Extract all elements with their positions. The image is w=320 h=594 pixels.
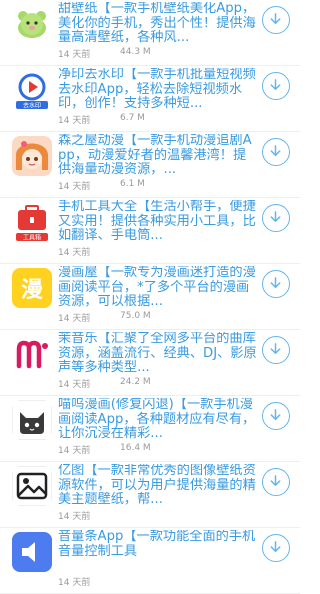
app-title[interactable]: 净印去水印【一款手机批量短视频去水印App，轻松去除短视频水印，创作！支持多种短…: [58, 68, 258, 110]
download-button[interactable]: [262, 204, 290, 232]
download-button[interactable]: [262, 402, 290, 430]
list-item[interactable]: 茉音乐【汇聚了全网多平台的曲库资源，涵盖流行、经典、DJ、影原声等多种类型...…: [0, 330, 300, 396]
app-time: 14 天前: [58, 50, 91, 60]
app-size: 75.0 M: [120, 311, 151, 321]
app-time: 14 天前: [58, 116, 91, 126]
app-size: 6.1 M: [120, 179, 145, 189]
app-title[interactable]: 音量条App【一款功能全面的手机音量控制工具: [58, 530, 258, 572]
download-icon: [270, 343, 281, 354]
list-item[interactable]: 漫 漫画屋【一款专为漫画迷打造的漫画阅读平台，*了多个平台的漫画资源，可以根据.…: [0, 264, 300, 330]
download-button[interactable]: [262, 336, 290, 364]
app-time: 14 天前: [58, 446, 91, 456]
app-title[interactable]: 喵呜漫画(修复闪退)【一款手机漫画阅读App，各种题材应有尽有，让你沉浸在精彩.…: [58, 398, 258, 440]
download-icon: [270, 211, 281, 222]
app-list: 甜壁纸【一款手机壁纸美化App，美化你的手机，秀出个性！提供海量高清壁纸，各种风…: [0, 0, 300, 594]
cat-icon[interactable]: [12, 400, 52, 440]
download-button[interactable]: [262, 468, 290, 496]
app-time: 14 天前: [58, 512, 91, 522]
download-icon: [270, 145, 281, 156]
bear-icon[interactable]: [12, 4, 52, 44]
toolbox-icon[interactable]: 工具箱: [12, 202, 52, 242]
app-time: 14 天前: [58, 314, 91, 324]
download-icon: [270, 409, 281, 420]
list-item[interactable]: 喵呜漫画(修复闪退)【一款手机漫画阅读App，各种题材应有尽有，让你沉浸在精彩.…: [0, 396, 300, 462]
download-icon: [270, 475, 281, 486]
app-time: 14 天前: [58, 248, 91, 258]
app-time: 14 天前: [58, 578, 91, 588]
download-button[interactable]: [262, 6, 290, 34]
list-item[interactable]: 音量条App【一款功能全面的手机音量控制工具 14 天前: [0, 528, 300, 594]
download-button[interactable]: [262, 270, 290, 298]
download-button[interactable]: [262, 534, 290, 562]
app-title[interactable]: 手机工具大全【生活小帮手，便捷又实用！提供各种实用小工具，比如翻译、手电筒...: [58, 200, 258, 242]
play-icon-label: 去水印: [23, 102, 41, 110]
app-title[interactable]: 茉音乐【汇聚了全网多平台的曲库资源，涵盖流行、经典、DJ、影原声等多种类型...: [58, 332, 258, 374]
app-title[interactable]: 甜壁纸【一款手机壁纸美化App，美化你的手机，秀出个性！提供海量高清壁纸，各种风…: [58, 2, 258, 44]
manga-icon-label: 漫: [21, 278, 43, 303]
download-icon: [270, 79, 281, 90]
app-title[interactable]: 亿图【一款非常优秀的图像壁纸资源软件，可以为用户提供海量的精美主题壁纸，帮...: [58, 464, 258, 506]
app-size: 16.4 M: [120, 443, 151, 453]
play-icon[interactable]: 去水印: [12, 70, 52, 110]
list-item[interactable]: 森之屋动漫【一款手机动漫追剧App，动漫爱好者的温馨港湾！提供海量动漫资源，..…: [0, 132, 300, 198]
landscape-icon[interactable]: [12, 466, 52, 506]
app-size: 6.7 M: [120, 113, 145, 123]
toolbox-icon-label: 工具箱: [23, 234, 41, 242]
volume-icon[interactable]: [12, 532, 52, 572]
list-item[interactable]: 甜壁纸【一款手机壁纸美化App，美化你的手机，秀出个性！提供海量高清壁纸，各种风…: [0, 0, 300, 66]
manga-icon[interactable]: 漫: [12, 268, 52, 308]
download-button[interactable]: [262, 138, 290, 166]
app-time: 14 天前: [58, 380, 91, 390]
list-item[interactable]: 去水印 净印去水印【一款手机批量短视频去水印App，轻松去除短视频水印，创作！支…: [0, 66, 300, 132]
app-size: 24.2 M: [120, 377, 151, 387]
anime-girl-icon[interactable]: [12, 136, 52, 176]
list-item[interactable]: 亿图【一款非常优秀的图像壁纸资源软件，可以为用户提供海量的精美主题壁纸，帮...…: [0, 462, 300, 528]
app-title[interactable]: 漫画屋【一款专为漫画迷打造的漫画阅读平台，*了多个平台的漫画资源，可以根据...: [58, 266, 258, 308]
download-button[interactable]: [262, 72, 290, 100]
app-size: 44.3 M: [120, 47, 151, 57]
download-icon: [270, 13, 281, 24]
download-icon: [270, 541, 281, 552]
download-icon: [270, 277, 281, 288]
app-time: 14 天前: [58, 182, 91, 192]
app-title[interactable]: 森之屋动漫【一款手机动漫追剧App，动漫爱好者的温馨港湾！提供海量动漫资源，..…: [58, 134, 258, 176]
list-item[interactable]: 工具箱 手机工具大全【生活小帮手，便捷又实用！提供各种实用小工具，比如翻译、手电…: [0, 198, 300, 264]
music-icon[interactable]: [12, 334, 52, 374]
